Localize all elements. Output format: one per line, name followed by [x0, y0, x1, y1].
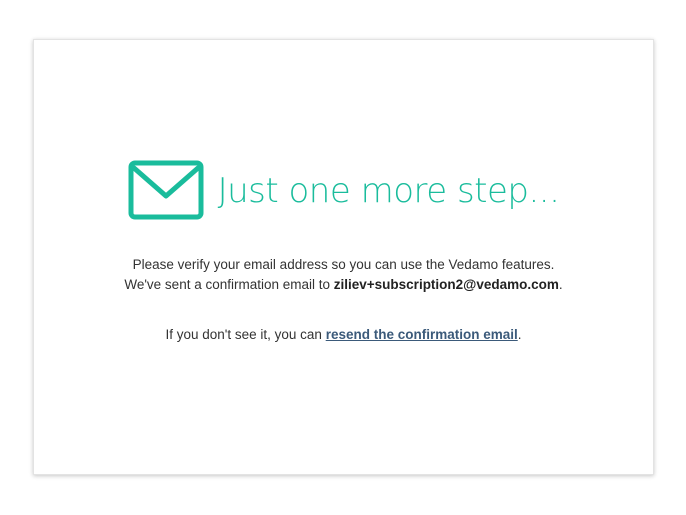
- resend-message: If you don't see it, you can resend the …: [34, 325, 653, 345]
- page-title: Just one more step...: [217, 171, 560, 211]
- message-line-2: We've sent a confirmation email to zilie…: [34, 275, 653, 295]
- resend-confirmation-link[interactable]: resend the confirmation email: [326, 327, 518, 342]
- verification-card: Just one more step... Please verify your…: [33, 39, 654, 475]
- verification-message: Please verify your email address so you …: [34, 255, 653, 295]
- heading-row: Just one more step...: [34, 160, 653, 220]
- resend-suffix: .: [517, 327, 522, 342]
- message-line-1: Please verify your email address so you …: [132, 257, 555, 272]
- message-line-2-suffix: .: [558, 277, 563, 292]
- email-address: ziliev+subscription2@vedamo.com: [333, 277, 559, 292]
- resend-prefix: If you don't see it, you can: [165, 327, 326, 342]
- message-line-2-prefix: We've sent a confirmation email to: [124, 277, 334, 292]
- envelope-icon: [128, 160, 204, 220]
